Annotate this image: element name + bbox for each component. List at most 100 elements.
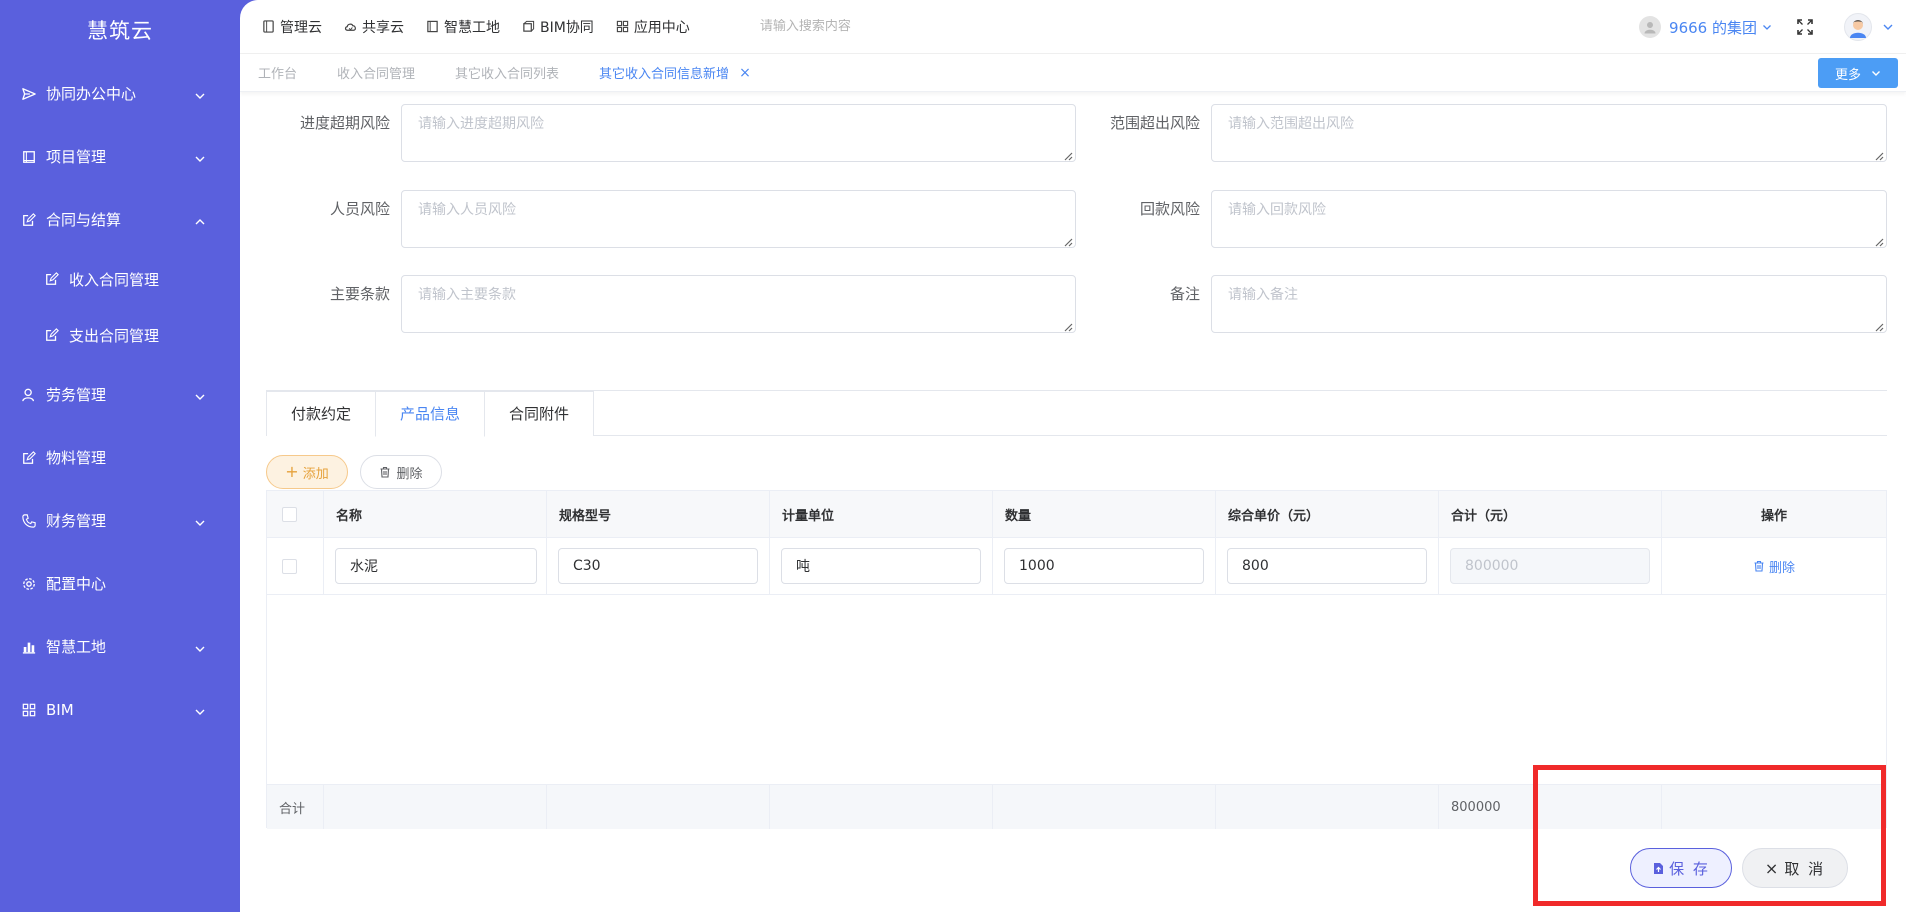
cell-total (1439, 538, 1662, 594)
nav-label: 应用中心 (633, 19, 690, 36)
footer-cell (993, 785, 1216, 829)
sidebar-item-collaboration[interactable]: 协同办公中心 (0, 62, 240, 125)
tag-workbench[interactable]: 工作台 (258, 63, 297, 82)
org-avatar (1639, 16, 1662, 38)
label-payment-risk: 回款风险 (1139, 200, 1200, 218)
add-button[interactable]: + 添加 (266, 455, 348, 489)
payment-risk-field[interactable] (1211, 190, 1887, 248)
sidebar-subitem-expense-contract[interactable]: 支出合同管理 (0, 307, 240, 363)
book-icon (22, 150, 36, 164)
cancel-button[interactable]: × 取 消 (1742, 848, 1848, 888)
nav-bim[interactable]: BIM协同 (522, 17, 594, 37)
nav-share-cloud[interactable]: 共享云 (344, 17, 404, 37)
phone-icon (22, 513, 36, 528)
header-total: 合计（元） (1451, 508, 1517, 524)
page-tags-bar: 工作台 收入合同管理 其它收入合同列表 其它收入合同信息新增 × 更多 (240, 54, 1906, 92)
table-header: 名称 规格型号 计量单位 数量 综合单价（元） 合计（元） 操作 (267, 491, 1886, 538)
org-switcher[interactable]: 9666 的集团 (1639, 16, 1772, 38)
top-bar: 管理云 共享云 智慧工地 BIM协同 应用中心 9666 的集团 (240, 0, 1906, 54)
personnel-risk-field[interactable] (401, 190, 1076, 248)
chevron-down-icon (194, 389, 206, 401)
header-select-cell (267, 491, 324, 537)
nav-label: 共享云 (362, 19, 404, 36)
tag-other-income-new[interactable]: 其它收入合同信息新增 × (599, 63, 751, 83)
header-cell: 操作 (1662, 491, 1886, 537)
name-input[interactable] (335, 548, 537, 584)
schedule-risk-field[interactable] (401, 104, 1076, 162)
qty-input[interactable] (1004, 548, 1204, 584)
sidebar-item-material[interactable]: 物料管理 (0, 426, 240, 489)
cell-qty (993, 538, 1216, 594)
select-all-checkbox[interactable] (282, 506, 297, 522)
user-avatar[interactable] (1844, 13, 1872, 41)
chevron-down-icon[interactable] (1882, 21, 1894, 33)
nav-smart-site[interactable]: 智慧工地 (426, 17, 500, 37)
sidebar-item-label: 劳务管理 (46, 386, 107, 404)
chevron-down-icon (194, 515, 206, 527)
close-icon: × (1764, 858, 1781, 878)
sidebar-item-contract[interactable]: 合同与结算 (0, 188, 240, 251)
total-input (1450, 548, 1650, 584)
scope-risk-field[interactable] (1211, 104, 1887, 162)
header-name: 名称 (336, 508, 363, 524)
sidebar-subitem-income-contract[interactable]: 收入合同管理 (0, 251, 240, 307)
sidebar-item-bim[interactable]: BIM (0, 678, 240, 741)
tag-income-contract[interactable]: 收入合同管理 (337, 63, 415, 82)
chevron-down-icon (194, 88, 206, 100)
cell-op: 删除 (1662, 538, 1886, 594)
tab-payment-terms[interactable]: 付款约定 (266, 391, 376, 436)
chevron-up-icon (194, 214, 206, 226)
edit-icon (22, 450, 36, 465)
sidebar-item-project[interactable]: 项目管理 (0, 125, 240, 188)
row-delete-button[interactable]: 删除 (1662, 557, 1886, 576)
header-cell: 综合单价（元） (1216, 491, 1439, 537)
brand-logo: 慧筑云 (87, 19, 153, 43)
send-icon (22, 87, 36, 101)
tag-other-income-list[interactable]: 其它收入合同列表 (455, 63, 559, 82)
header-unit: 计量单位 (782, 508, 835, 524)
label-scope-risk: 范围超出风险 (1109, 114, 1200, 132)
nav-management-cloud[interactable]: 管理云 (262, 17, 322, 37)
sidebar-item-finance[interactable]: 财务管理 (0, 489, 240, 552)
book-icon (427, 20, 438, 33)
save-button[interactable]: 保 存 (1630, 848, 1732, 888)
delete-button[interactable]: 删除 (360, 455, 442, 489)
header-op: 操作 (1760, 508, 1787, 524)
header-cell: 合计（元） (1439, 491, 1662, 537)
tab-product-info[interactable]: 产品信息 (375, 391, 485, 437)
search-input[interactable] (759, 19, 1000, 34)
tab-attachments[interactable]: 合同附件 (484, 391, 594, 436)
nav-label: 智慧工地 (444, 19, 500, 36)
save-file-icon (1654, 862, 1664, 874)
edit-icon (45, 272, 59, 286)
remark-field[interactable] (1211, 275, 1887, 333)
unit-input[interactable] (781, 548, 981, 584)
price-input[interactable] (1227, 548, 1427, 584)
sidebar-item-label: 财务管理 (46, 512, 107, 530)
sidebar-item-label: 配置中心 (46, 575, 107, 593)
user-icon (1644, 22, 1656, 34)
fullscreen-icon[interactable] (1796, 18, 1814, 36)
trash-icon (380, 466, 390, 478)
chevron-down-icon (194, 151, 206, 163)
close-icon[interactable]: × (739, 65, 751, 81)
sidebar-item-label: BIM (46, 700, 74, 719)
sidebar-item-labor[interactable]: 劳务管理 (0, 363, 240, 426)
sidebar-item-smart-site[interactable]: 智慧工地 (0, 615, 240, 678)
footer-cell: 800000 (1439, 785, 1662, 829)
cloud-icon (344, 23, 356, 31)
sidebar: 慧筑云 协同办公中心 项目管理 合同与结算 收入合同管理 支出合同管理 劳务管理… (0, 0, 240, 912)
more-button[interactable]: 更多 (1818, 58, 1898, 88)
sidebar-item-label: 合同与结算 (46, 211, 122, 229)
nav-app-center[interactable]: 应用中心 (616, 17, 690, 37)
row-checkbox[interactable] (282, 558, 297, 574)
header-spec: 规格型号 (559, 508, 612, 524)
spec-input[interactable] (558, 548, 758, 584)
header-cell: 计量单位 (770, 491, 993, 537)
main-terms-field[interactable] (401, 275, 1076, 333)
footer-label: 合计 (279, 801, 306, 817)
footer-total: 800000 (1451, 799, 1501, 815)
footer-cell (547, 785, 770, 829)
save-label: 保 存 (1669, 859, 1710, 878)
sidebar-item-config[interactable]: 配置中心 (0, 552, 240, 615)
